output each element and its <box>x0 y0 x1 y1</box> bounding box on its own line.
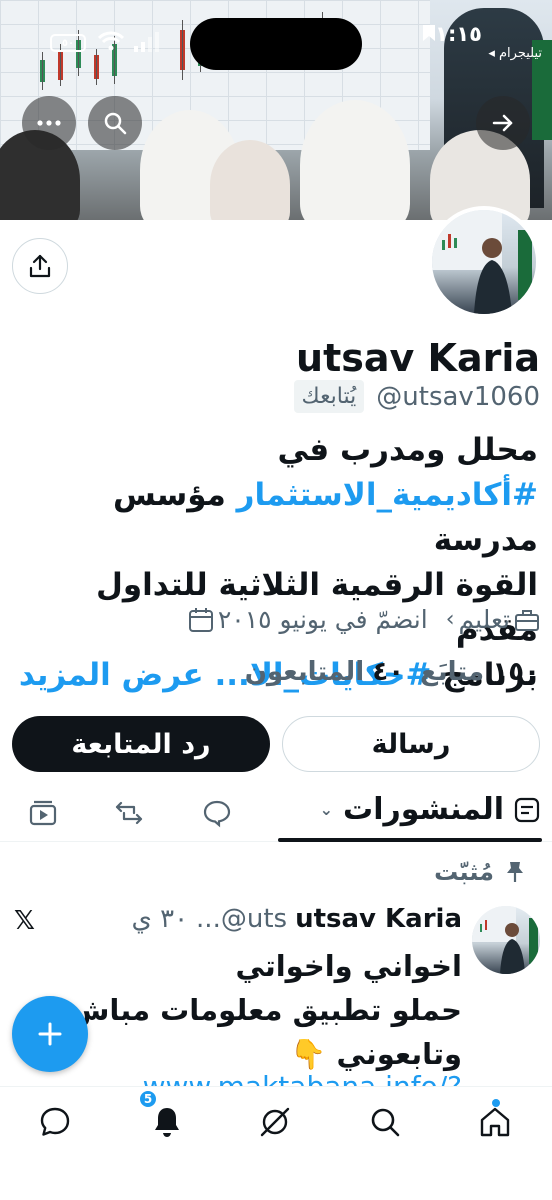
chat-icon <box>40 1107 70 1136</box>
following-stat[interactable]: ١٥٠ متابَع <box>420 657 540 687</box>
nav-messages[interactable] <box>38 1105 72 1139</box>
handle-row: @utsav1060 يُتابعك <box>293 380 540 413</box>
compose-button[interactable] <box>12 996 88 1072</box>
banner-audience <box>0 100 552 220</box>
profile-avatar[interactable] <box>428 206 540 318</box>
bookmark-icon <box>423 25 435 41</box>
share-icon <box>29 254 51 278</box>
clock: ١:١٥ <box>435 22 482 46</box>
nav-grok[interactable] <box>258 1105 292 1139</box>
avatar-image <box>432 210 532 314</box>
followers-stat[interactable]: ٤٠ المتابعون <box>245 657 404 687</box>
pin-icon <box>507 862 523 882</box>
status-bar: ٥٠ ١:١٥ ◂ تيليجرام <box>0 0 552 80</box>
signal-icon <box>134 32 159 52</box>
search-icon <box>371 1108 400 1137</box>
posts-icon <box>514 797 540 822</box>
message-button[interactable]: رسالة <box>282 716 540 772</box>
notifications-badge: 5 <box>138 1089 158 1109</box>
x-logo-icon: 𝕏 <box>14 906 35 936</box>
back-to-app-link[interactable]: ◂ تيليجرام <box>488 46 542 61</box>
profile-name: utsav Karia <box>296 336 540 380</box>
tab-replies[interactable] <box>202 798 232 828</box>
hashtag-link[interactable]: #أكاديمية_الاستثمار <box>237 477 538 513</box>
home-icon <box>480 1107 510 1137</box>
post-avatar-image <box>472 906 538 974</box>
nav-home[interactable] <box>478 1099 512 1139</box>
back-button[interactable] <box>476 96 530 150</box>
follows-you-badge: يُتابعك <box>293 380 365 413</box>
profile-meta: تعليم › انضمّ في يونيو ٢٠١٥ <box>188 605 540 634</box>
nav-search[interactable] <box>368 1105 402 1139</box>
nav-notifications[interactable]: 5 <box>138 1089 184 1139</box>
follow-back-button[interactable]: رد المتابعة <box>12 716 270 772</box>
more-options-button[interactable] <box>22 96 76 150</box>
arrow-right-icon <box>492 114 513 132</box>
search-icon <box>104 112 127 135</box>
tab-posts[interactable]: المنشورات ⌄ <box>320 792 540 827</box>
category-item[interactable]: تعليم › <box>446 605 540 634</box>
search-button[interactable] <box>88 96 142 150</box>
joined-item: انضمّ في يونيو ٢٠١٥ <box>188 605 428 634</box>
post-time: ٣٠ ي <box>131 904 189 934</box>
more-icon <box>37 120 61 126</box>
bottom-navigation: 5 <box>0 1086 552 1200</box>
show-more-link[interactable]: عرض المزيد <box>19 657 204 693</box>
post-header: ٣٠ ي ...@uts utsav Karia <box>131 904 462 934</box>
bell-icon <box>155 1108 179 1137</box>
tab-reposts[interactable] <box>114 798 144 828</box>
calendar-icon <box>188 607 213 632</box>
profile-banner[interactable]: ٥٠ ١:١٥ ◂ تيليجرام <box>0 0 552 220</box>
post-author-name[interactable]: utsav Karia <box>295 904 462 934</box>
follow-stats: ١٥٠ متابَع ٤٠ المتابعون <box>245 657 540 687</box>
camera-notch <box>190 18 362 70</box>
wifi-icon <box>98 31 124 51</box>
briefcase-icon <box>515 609 539 631</box>
profile-tabs: المنشورات ⌄ <box>0 780 552 842</box>
tab-media[interactable] <box>28 798 58 828</box>
home-unread-dot <box>492 1099 500 1107</box>
profile-handle: @utsav1060 <box>376 381 540 412</box>
battery-icon: ٥٠ <box>50 34 86 52</box>
chevron-down-icon[interactable]: ⌄ <box>320 800 333 819</box>
post-author-avatar[interactable] <box>472 906 540 974</box>
tab-indicator <box>278 838 542 842</box>
chevron-left-icon: › <box>445 607 455 632</box>
plus-icon <box>38 1022 62 1046</box>
pinned-label: مُثبّت <box>434 858 526 886</box>
share-button[interactable] <box>12 238 68 294</box>
grok-icon <box>260 1107 290 1137</box>
post-handle: ...@uts <box>196 904 288 934</box>
